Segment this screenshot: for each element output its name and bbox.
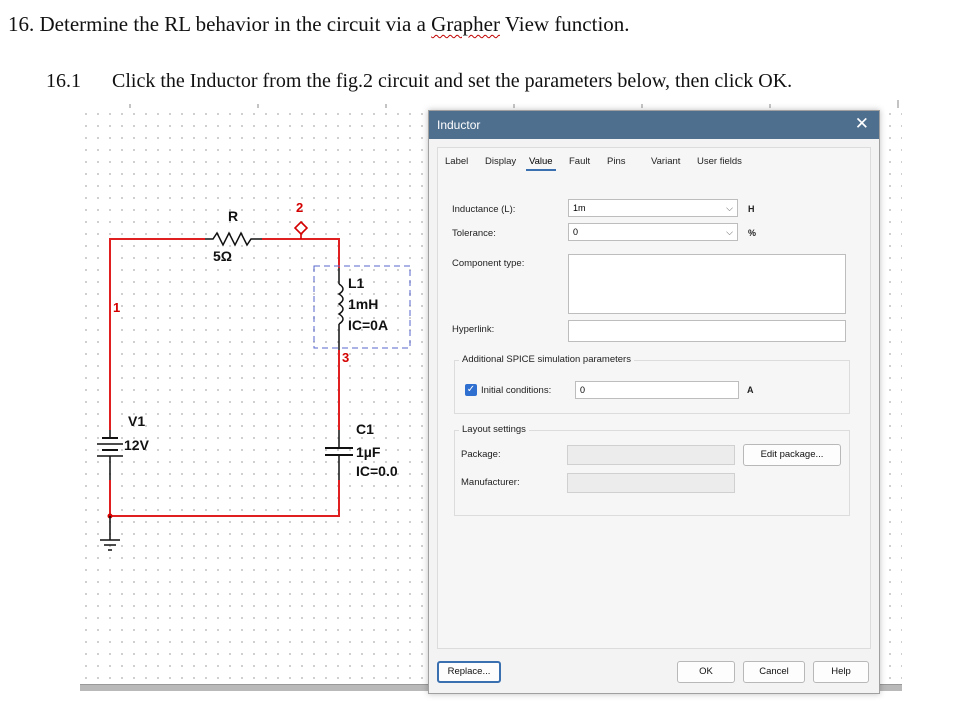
package-label: Package: — [461, 449, 501, 460]
tab-user-fields[interactable]: User fields — [694, 154, 745, 169]
inductor-L1[interactable]: L1 1mH IC=0A — [313, 265, 411, 350]
capacitor-C1[interactable]: C1 1µF IC=0.0 — [325, 421, 398, 480]
initial-conditions-checkbox[interactable]: ✓ — [465, 384, 477, 396]
initial-conditions-value: 0 — [580, 385, 586, 395]
source-value: 12V — [124, 437, 150, 453]
component-type-input[interactable] — [568, 254, 846, 314]
close-icon[interactable]: ✕ — [855, 115, 869, 133]
inductance-value: 1m — [573, 203, 586, 213]
capacitor-ic: IC=0.0 — [356, 463, 398, 479]
inductor-value: 1mH — [348, 296, 378, 312]
inductor-dialog[interactable]: Inductor ✕ Label Display Value Fault Pin… — [428, 110, 880, 694]
inductance-combobox[interactable]: 1m ⌵ — [568, 199, 738, 217]
question-text-before: Determine the RL behavior in the circuit… — [39, 12, 432, 36]
voltage-source-V1[interactable]: V1 12V — [97, 413, 150, 480]
inductor-ic: IC=0A — [348, 317, 388, 333]
spice-group-title: Additional SPICE simulation parameters — [459, 354, 634, 365]
replace-button[interactable]: Replace... — [437, 661, 501, 683]
package-field — [567, 445, 735, 465]
spice-params-group: Additional SPICE simulation parameters ✓… — [454, 354, 850, 414]
tab-variant[interactable]: Variant — [648, 154, 683, 169]
help-button[interactable]: Help — [813, 661, 869, 683]
chevron-down-icon[interactable]: ⌵ — [726, 227, 733, 238]
question-number: 16. — [8, 12, 35, 36]
source-name: V1 — [128, 413, 145, 429]
manufacturer-label: Manufacturer: — [461, 477, 520, 488]
inductor-name: L1 — [348, 275, 365, 291]
tolerance-value: 0 — [573, 227, 579, 237]
node-label-3: 3 — [342, 350, 349, 365]
spellcheck-word: Grapher — [431, 12, 500, 36]
inductance-label: Inductance (L): — [452, 204, 516, 215]
layout-settings-group: Layout settings Package: Edit package...… — [454, 424, 850, 516]
inductance-unit: H — [748, 204, 755, 214]
component-type-label: Component type: — [452, 258, 525, 269]
initial-conditions-unit: A — [747, 385, 754, 395]
value-tab-panel: Inductance (L): 1m ⌵ H Tolerance: 0 ⌵ % … — [452, 182, 856, 632]
tab-label[interactable]: Label — [442, 154, 471, 169]
edit-package-button[interactable]: Edit package... — [743, 444, 841, 466]
initial-conditions-label: Initial conditions: — [481, 385, 552, 396]
question-heading: 16. Determine the RL behavior in the cir… — [8, 12, 630, 37]
capacitor-name: C1 — [356, 421, 374, 437]
resistor-name: R — [228, 208, 238, 224]
ok-button[interactable]: OK — [677, 661, 735, 683]
tolerance-unit: % — [748, 228, 757, 238]
node-2-marker[interactable]: 2 — [293, 200, 309, 239]
tab-pins[interactable]: Pins — [604, 154, 628, 169]
manufacturer-field — [567, 473, 735, 493]
node-label-1: 1 — [113, 300, 120, 315]
circuit-schematic[interactable]: R 5Ω 2 1 3 L1 1mH IC=0A C1 1µF IC=0.0 V1 — [80, 108, 440, 588]
tab-display[interactable]: Display — [482, 154, 519, 169]
ground-symbol[interactable] — [100, 513, 120, 551]
resistor-value: 5Ω — [213, 248, 232, 264]
tolerance-label: Tolerance: — [452, 228, 496, 239]
chevron-down-icon[interactable]: ⌵ — [726, 203, 733, 214]
layout-group-title: Layout settings — [459, 424, 529, 435]
node-label-2: 2 — [296, 200, 303, 215]
dialog-body: Label Display Value Fault Pins Variant U… — [437, 147, 871, 649]
checkmark-icon: ✓ — [466, 384, 476, 395]
capacitor-value: 1µF — [356, 444, 381, 460]
initial-conditions-input[interactable]: 0 — [575, 381, 739, 399]
tab-value[interactable]: Value — [526, 154, 556, 171]
step-text: Click the Inductor from the fig.2 circui… — [112, 70, 793, 92]
step-number: 16.1 — [46, 70, 81, 92]
question-text-after: View function. — [499, 12, 630, 36]
resistor-R[interactable]: R 5Ω — [205, 208, 262, 264]
tolerance-combobox[interactable]: 0 ⌵ — [568, 223, 738, 241]
dialog-titlebar[interactable]: Inductor ✕ — [429, 111, 879, 139]
cancel-button[interactable]: Cancel — [743, 661, 805, 683]
tab-fault[interactable]: Fault — [566, 154, 593, 169]
dialog-title: Inductor — [437, 118, 481, 132]
circuit-wires — [109, 238, 340, 517]
hyperlink-input[interactable] — [568, 320, 846, 342]
hyperlink-label: Hyperlink: — [452, 324, 495, 335]
